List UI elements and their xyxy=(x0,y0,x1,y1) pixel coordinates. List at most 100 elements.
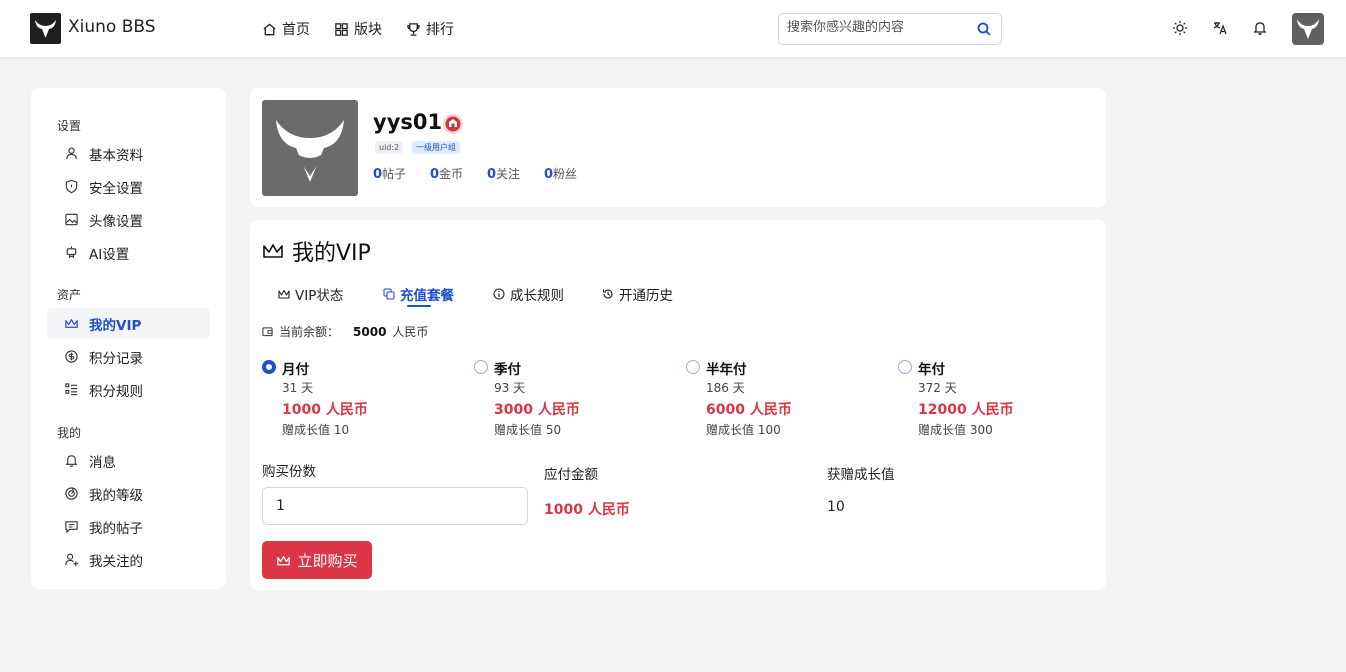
sidebar-item-points-rules[interactable]: 积分规则 xyxy=(47,374,210,405)
tab-label: 充值套餐 xyxy=(400,288,454,304)
sun-icon[interactable] xyxy=(1172,20,1188,36)
plan-radio[interactable] xyxy=(686,360,700,374)
active-tab-indicator xyxy=(407,305,431,307)
bell-icon[interactable] xyxy=(1252,20,1268,36)
plan-bonus: 赠成长值 10 xyxy=(282,423,350,437)
sidebar-item-messages[interactable]: 消息 xyxy=(47,445,210,476)
sidebar-item-vip[interactable]: 我的VIP xyxy=(47,308,210,339)
plan-price: 3000 人民币 xyxy=(494,402,580,418)
section-title-assets: 资产 xyxy=(57,288,82,302)
nav-home[interactable]: 首页 xyxy=(262,19,310,39)
quantity-input[interactable] xyxy=(262,487,528,525)
plan-duration: 31 天 xyxy=(282,381,314,395)
stat-fans[interactable]: 0粉丝 xyxy=(544,165,577,182)
vip-heading: 我的VIP xyxy=(262,235,371,267)
user-avatar[interactable] xyxy=(1292,13,1324,45)
message-icon xyxy=(65,521,78,533)
buy-now-label: 立即购买 xyxy=(297,551,358,570)
sidebar-item-security[interactable]: 安全设置 xyxy=(47,171,210,202)
plan-price: 1000 人民币 xyxy=(282,402,368,418)
grid-icon xyxy=(335,22,348,36)
user-plus-icon xyxy=(65,553,79,567)
nav-forums[interactable]: 版块 xyxy=(334,19,382,39)
quantity-label: 购买份数 xyxy=(262,464,316,480)
sidebar-item-ai[interactable]: AI设置 xyxy=(47,237,210,268)
sidebar-item-points-log[interactable]: 积分记录 xyxy=(47,341,210,372)
profile-avatar xyxy=(262,100,358,196)
site-logo[interactable] xyxy=(30,13,61,44)
plan-duration: 93 天 xyxy=(494,381,526,395)
sidebar-item-profile[interactable]: 基本资料 xyxy=(47,138,210,169)
sidebar-item-label: 我关注的 xyxy=(89,553,143,570)
tab-label: 开通历史 xyxy=(619,288,673,304)
plan-duration: 186 天 xyxy=(706,381,745,395)
info-icon xyxy=(493,288,505,300)
stat-value: 0 xyxy=(430,167,440,182)
sidebar-item-label: 积分记录 xyxy=(89,350,143,367)
stat-label: 帖子 xyxy=(382,167,407,181)
balance-value: 5000 xyxy=(353,324,387,339)
tab-recharge-plans[interactable]: 充值套餐 xyxy=(383,284,454,304)
stat-coins[interactable]: 0金币 xyxy=(430,165,463,182)
stat-label: 关注 xyxy=(496,167,521,181)
sidebar-item-label: 我的帖子 xyxy=(89,520,143,537)
sidebar-item-following[interactable]: 我关注的 xyxy=(47,544,210,575)
sidebar-item-label: 消息 xyxy=(89,454,116,471)
level-icon xyxy=(65,487,78,500)
copy-icon xyxy=(383,288,395,300)
vip-card: 我的VIP VIP状态 充值套餐 成长规则 开通历史 当前余额： 5000 人民… xyxy=(250,220,1106,590)
stat-following[interactable]: 0关注 xyxy=(487,165,520,182)
sidebar-item-label: 基本资料 xyxy=(89,147,143,164)
translate-icon[interactable] xyxy=(1212,20,1228,36)
plan-bonus: 赠成长值 100 xyxy=(706,423,781,437)
list-icon xyxy=(65,383,78,396)
plan-radio[interactable] xyxy=(898,360,912,374)
tab-label: VIP状态 xyxy=(295,288,344,304)
sidebar-item-posts[interactable]: 我的帖子 xyxy=(47,511,210,542)
tab-vip-status[interactable]: VIP状态 xyxy=(278,284,343,304)
coin-icon xyxy=(65,350,78,363)
search-input[interactable] xyxy=(787,20,967,35)
stat-label: 粉丝 xyxy=(553,167,578,181)
plan-name: 季付 xyxy=(494,362,521,378)
buy-now-button[interactable]: 立即购买 xyxy=(262,541,372,579)
sidebar-item-label: 积分规则 xyxy=(89,383,143,400)
wallet-icon xyxy=(262,327,273,337)
tab-label: 成长规则 xyxy=(510,288,564,304)
sidebar-item-avatar[interactable]: 头像设置 xyxy=(47,204,210,235)
plan-price: 6000 人民币 xyxy=(706,402,792,418)
search-icon[interactable] xyxy=(976,21,992,37)
crown-icon xyxy=(278,289,290,299)
home-icon xyxy=(263,22,276,35)
growth-label: 获赠成长值 xyxy=(827,467,895,483)
history-icon xyxy=(602,289,613,299)
robot-icon xyxy=(66,246,77,259)
vip-title-text: 我的VIP xyxy=(292,241,371,266)
medal-badge-icon xyxy=(443,114,463,134)
top-header: Xiuno BBS 首页 版块 排行 xyxy=(0,0,1346,58)
shield-icon xyxy=(65,179,78,194)
stat-posts[interactable]: 0帖子 xyxy=(373,165,406,182)
settings-sidebar: 设置 基本资料 安全设置 头像设置 AI设置 资产 我的VIP 积分记录 积分规… xyxy=(31,88,226,589)
balance-label: 当前余额： xyxy=(279,325,340,339)
plan-name: 半年付 xyxy=(706,362,747,378)
stat-value: 0 xyxy=(487,167,497,182)
brand-name[interactable]: Xiuno BBS xyxy=(68,17,156,37)
plan-bonus: 赠成长值 300 xyxy=(918,423,993,437)
crown-icon xyxy=(263,244,283,258)
nav-rank[interactable]: 排行 xyxy=(406,19,454,39)
sidebar-item-label: 安全设置 xyxy=(89,180,143,197)
bell-icon xyxy=(65,455,78,467)
plan-radio[interactable] xyxy=(474,360,488,374)
payable-amount: 1000 人民币 xyxy=(544,502,630,518)
payable-label: 应付金额 xyxy=(544,467,598,483)
tab-history[interactable]: 开通历史 xyxy=(602,284,673,304)
crown-icon xyxy=(277,555,291,565)
plan-bonus: 赠成长值 50 xyxy=(494,423,562,437)
plan-radio[interactable] xyxy=(262,360,276,374)
sidebar-item-level[interactable]: 我的等级 xyxy=(47,478,210,509)
section-title-mine: 我的 xyxy=(57,426,82,440)
tab-growth-rules[interactable]: 成长规则 xyxy=(493,284,564,304)
stat-value: 0 xyxy=(544,167,554,182)
plan-name: 年付 xyxy=(918,362,945,378)
